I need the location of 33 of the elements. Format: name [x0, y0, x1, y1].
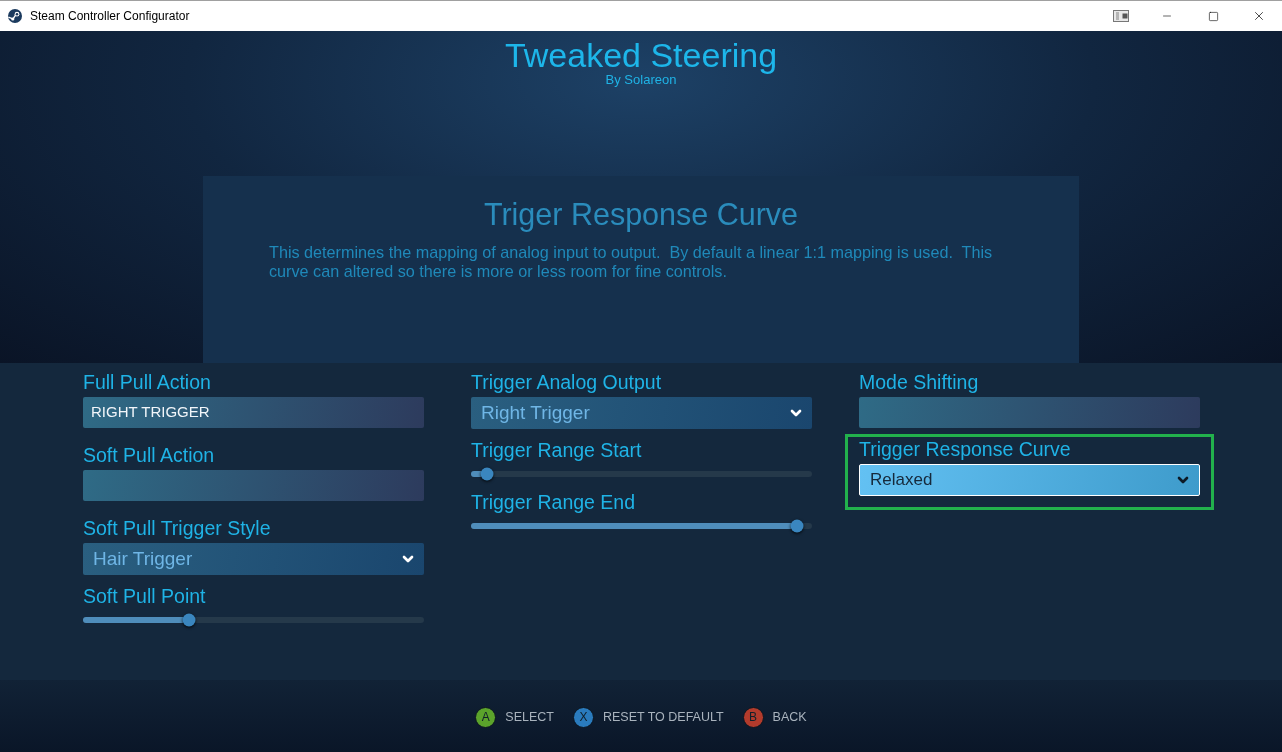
field-label: Trigger Response Curve	[859, 438, 1072, 460]
hint-label: SELECT	[505, 708, 554, 726]
gamepad-button-glyph: X	[572, 706, 594, 728]
dropdown[interactable]: Right Trigger	[471, 397, 812, 429]
field-label: Soft Pull Trigger Style	[83, 517, 272, 539]
app-logo-icon	[8, 9, 22, 23]
gamepad-button-glyph: B	[742, 706, 764, 728]
window-title: Steam Controller Configurator	[30, 8, 190, 25]
slider-thumb[interactable]	[480, 467, 494, 481]
field-label: Mode Shifting	[859, 371, 980, 393]
close-icon	[1252, 9, 1266, 23]
action-field[interactable]	[859, 397, 1200, 428]
profile-author: By Solareon	[605, 72, 677, 88]
field-label: Trigger Range Start	[471, 439, 643, 461]
action-field[interactable]: RIGHT TRIGGER	[83, 397, 424, 428]
field-label: Soft Pull Point	[83, 585, 207, 607]
screen-icon[interactable]	[1113, 10, 1129, 22]
field-label: Soft Pull Action	[83, 444, 216, 466]
profile-title: Tweaked Steering	[504, 36, 778, 74]
info-title: Triger Response Curve	[483, 197, 799, 231]
field-label: Trigger Analog Output	[471, 371, 663, 393]
action-field[interactable]	[83, 470, 424, 501]
dropdown[interactable]: Hair Trigger	[83, 543, 424, 575]
maximize-icon	[1207, 10, 1219, 22]
slider-thumb[interactable]	[182, 613, 196, 627]
field-label: Trigger Range End	[471, 491, 637, 513]
hint-label: BACK	[772, 708, 807, 726]
slider-thumb[interactable]	[790, 519, 804, 533]
dropdown[interactable]: Relaxed	[859, 464, 1200, 496]
hint-label: RESET TO DEFAULT	[602, 708, 724, 726]
info-description: This determines the mapping of analog input to output. By default a linear 1:1 mapping is used. This curve can altered so there is more or less room for fine controls.	[269, 243, 994, 281]
field-label: Full Pull Action	[83, 371, 212, 393]
gamepad-button-glyph: A	[475, 706, 497, 728]
